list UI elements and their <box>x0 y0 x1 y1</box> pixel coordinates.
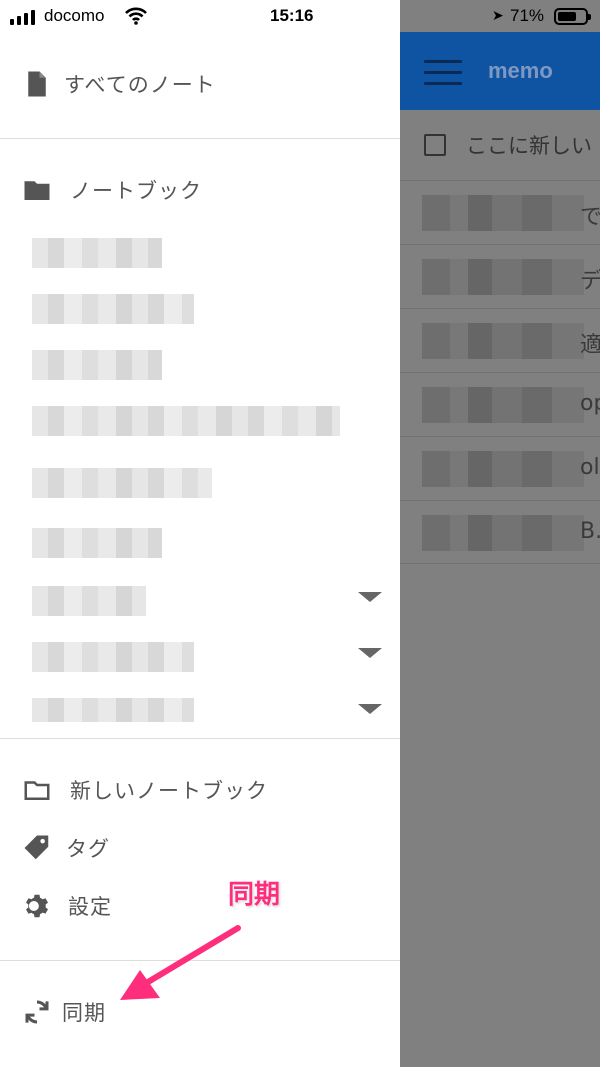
notebook-item[interactable] <box>0 630 400 680</box>
annotation-arrow-icon <box>120 925 241 1000</box>
divider <box>0 138 400 139</box>
note-title-tail: op <box>580 391 600 416</box>
menu-item-label: 新しいノートブック <box>70 779 268 803</box>
battery-icon <box>554 8 591 25</box>
expand-caret-icon[interactable] <box>358 648 382 658</box>
menu-item-label: すべてのノート <box>64 73 216 97</box>
note-list-item: ディ <box>400 244 600 308</box>
wifi-icon <box>125 7 147 25</box>
file-icon <box>28 71 46 97</box>
notebook-item[interactable] <box>0 394 400 444</box>
notebook-item[interactable] <box>0 456 400 506</box>
note-list-item: で、 <box>400 180 600 244</box>
menu-item-new-notebook[interactable]: 新しいノートブック <box>0 762 400 818</box>
annotation-label: 同期 <box>228 880 281 910</box>
notebooks-header-label: ノートブック <box>70 179 202 203</box>
carrier-name: docomo <box>44 6 105 25</box>
note-title-tail: 適用 <box>580 333 600 358</box>
note-title-tail: で、 <box>580 205 600 230</box>
notebook-item[interactable] <box>0 282 400 332</box>
app-header: memo <box>400 32 600 110</box>
notebook-item[interactable] <box>0 226 400 276</box>
battery-percentage: 71% <box>510 6 545 25</box>
tag-icon <box>24 835 49 860</box>
sync-icon <box>25 1000 49 1024</box>
status-time: 15:16 <box>270 6 314 25</box>
expand-caret-icon[interactable] <box>358 592 382 602</box>
note-title-tail: B. <box>580 519 600 544</box>
menu-item-all-notes[interactable]: すべてのノート <box>0 56 400 112</box>
background-app-overlay[interactable]: memo ここに新しい で、 ディ 適用 op oli B. <box>400 0 600 1067</box>
folder-icon <box>24 181 50 200</box>
note-title-tail: ディ <box>580 269 600 294</box>
menu-item-tags[interactable]: タグ <box>0 820 400 876</box>
note-list-item: op <box>400 372 600 436</box>
menu-item-label: タグ <box>66 837 110 861</box>
notebook-item[interactable] <box>0 686 400 736</box>
notebook-item[interactable] <box>0 574 400 624</box>
new-todo-row: ここに新しい <box>400 110 600 180</box>
gear-icon <box>26 894 48 918</box>
hamburger-menu-icon[interactable] <box>424 60 462 86</box>
notebook-item[interactable] <box>0 338 400 388</box>
folder-outline-icon <box>24 781 50 800</box>
expand-caret-icon[interactable] <box>358 704 382 714</box>
note-list-item: 適用 <box>400 308 600 372</box>
notebook-item[interactable] <box>0 516 400 566</box>
note-list-item: B. <box>400 500 600 564</box>
note-title-tail: oli <box>580 455 600 480</box>
cellular-signal-icon <box>10 9 38 25</box>
divider <box>0 738 400 739</box>
app-title: memo <box>488 58 553 83</box>
checkbox-icon <box>424 134 446 156</box>
status-bar: docomo 15:16 ➤ 71% <box>0 0 600 32</box>
note-list-item: oli <box>400 436 600 500</box>
new-todo-placeholder: ここに新しい <box>466 134 592 158</box>
location-arrow-icon: ➤ <box>492 7 504 23</box>
notebooks-header: ノートブック <box>0 162 400 218</box>
